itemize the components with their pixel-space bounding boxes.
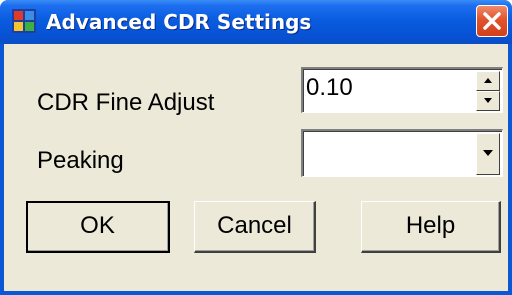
app-window-icon bbox=[12, 9, 36, 33]
dropdown-button[interactable] bbox=[476, 133, 500, 175]
close-button[interactable] bbox=[476, 5, 508, 37]
cdr-fine-adjust-spinbox[interactable]: 0.10 bbox=[301, 67, 503, 113]
title-bar[interactable]: Advanced CDR Settings bbox=[0, 0, 512, 44]
chevron-down-icon bbox=[483, 150, 493, 156]
help-button[interactable]: Help bbox=[361, 201, 501, 253]
peaking-label: Peaking bbox=[37, 147, 124, 174]
dialog-body: CDR Fine Adjust 0.10 Peaking OK Cancel H… bbox=[4, 44, 508, 291]
ok-button[interactable]: OK bbox=[26, 201, 170, 253]
peaking-dropdown[interactable] bbox=[301, 129, 503, 177]
dialog-window: Advanced CDR Settings CDR Fine Adjust 0.… bbox=[0, 0, 512, 295]
arrow-up-icon bbox=[484, 78, 492, 83]
cdr-fine-adjust-value[interactable]: 0.10 bbox=[306, 74, 353, 102]
spin-down-button[interactable] bbox=[476, 91, 500, 111]
window-title: Advanced CDR Settings bbox=[46, 10, 312, 34]
spin-up-button[interactable] bbox=[476, 71, 500, 91]
cancel-button[interactable]: Cancel bbox=[194, 201, 316, 253]
arrow-down-icon bbox=[484, 98, 492, 103]
cdr-fine-adjust-label: CDR Fine Adjust bbox=[37, 89, 215, 116]
close-icon bbox=[483, 12, 501, 30]
